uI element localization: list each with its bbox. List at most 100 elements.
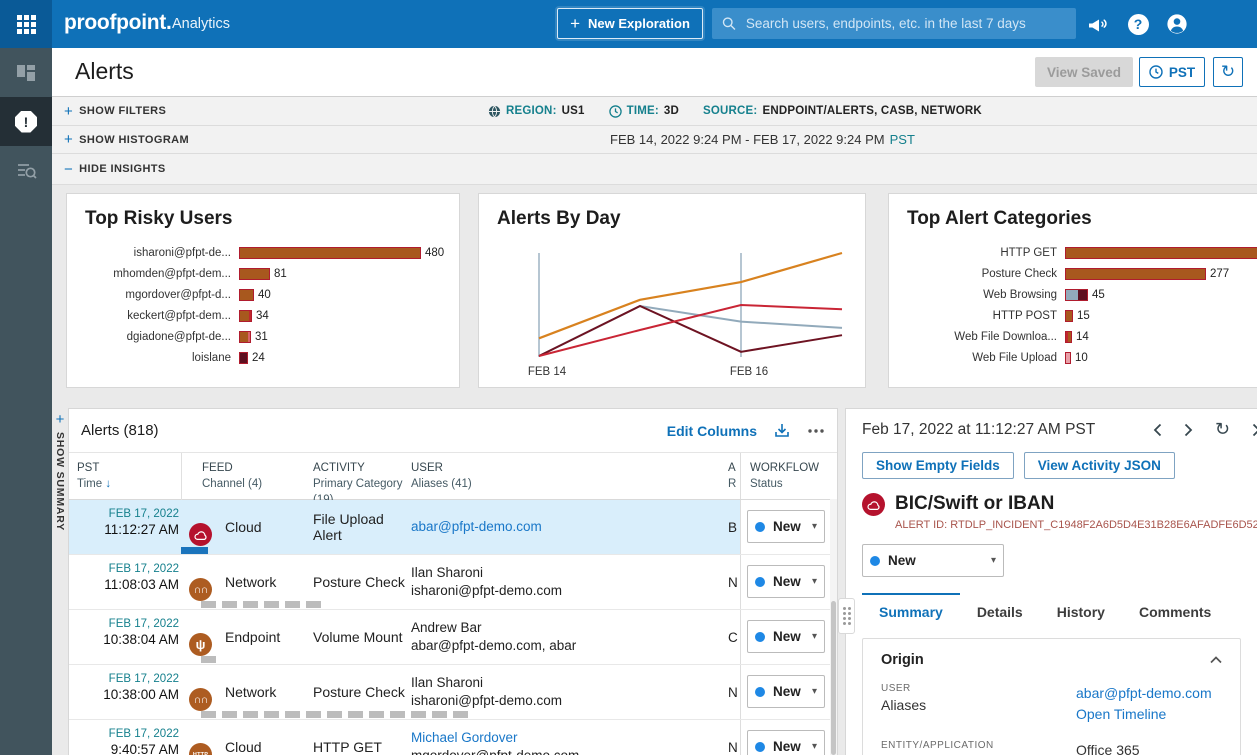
alert-detail-panel: Feb 17, 2022 at 11:12:27 AM PST ↻ Show E… (845, 408, 1257, 755)
region-filter[interactable]: REGION: US1 (488, 105, 585, 118)
clock-icon (608, 104, 622, 118)
timezone-button[interactable]: PST (1139, 57, 1205, 87)
alert-status-dropdown[interactable]: New ▾ (862, 544, 1004, 577)
sidebar-item-alerts[interactable]: ! (0, 97, 52, 146)
detail-timestamp: Feb 17, 2022 at 11:12:27 AM PST (862, 420, 1096, 438)
alert-name: BIC/Swift or IBAN (895, 493, 1055, 514)
panel-resize-handle[interactable] (838, 598, 855, 634)
bar-row: HTTP GET392 (905, 242, 1257, 263)
bar-row: loislane 24 (192, 351, 265, 364)
search-input[interactable] (743, 15, 1066, 32)
table-row[interactable]: FEB 17, 2022 10:38:00 AM ∩∩ Network Posture … (69, 665, 837, 720)
bar-row: Web Browsing 45 (983, 288, 1105, 301)
detail-nav: ↻ (1153, 419, 1257, 440)
next-alert-button[interactable] (1184, 423, 1193, 437)
refresh-detail-button[interactable]: ↻ (1215, 419, 1230, 440)
prev-alert-button[interactable] (1153, 423, 1162, 437)
source-filter[interactable]: SOURCE: ENDPOINT/ALERTS, CASB, NETWORK (703, 105, 982, 117)
sidebar-item-explorations[interactable] (0, 146, 52, 195)
refresh-button[interactable]: ↻ (1213, 57, 1243, 87)
bar-row: dgiadone@pfpt-de... 31 (126, 330, 268, 343)
tab-comments[interactable]: Comments (1122, 593, 1228, 628)
minus-icon: − (64, 160, 74, 178)
more-options-button[interactable] (807, 428, 825, 434)
bar-row: isharoni@pfpt-de... 480 (133, 246, 445, 259)
megaphone-icon (1089, 19, 1107, 32)
edit-columns-button[interactable]: Edit Columns (667, 423, 757, 439)
origin-field: ENTITY/APPLICATION Office 365 (881, 740, 1222, 755)
status-dot-icon (755, 686, 765, 697)
caret-down-icon: ▾ (811, 521, 817, 532)
alerts-table: Alerts (818) Edit Columns PST Time ↓ FEED C… (68, 408, 838, 755)
app-grid-icon (16, 14, 36, 34)
row-dashes (201, 656, 216, 663)
status-dropdown[interactable]: New ▾ (747, 675, 825, 708)
app-launcher-button[interactable] (0, 0, 52, 48)
sort-desc-icon: ↓ (102, 478, 112, 490)
table-row[interactable]: FEB 17, 2022 10:38:04 AM ψ Endpoint Volume M… (69, 610, 837, 665)
tab-summary[interactable]: Summary (862, 593, 960, 628)
table-row[interactable]: FEB 17, 2022 11:08:03 AM ∩∩ Network Posture … (69, 555, 837, 610)
status-dropdown[interactable]: New ▾ (747, 510, 825, 543)
download-button[interactable] (773, 422, 791, 439)
insights-section: Top Risky Users isharoni@pfpt-de... 480 mh… (52, 185, 1257, 402)
svg-text:FEB 14: FEB 14 (528, 366, 567, 378)
table-scrollbar[interactable] (830, 499, 837, 755)
new-exploration-button[interactable]: + New Exploration (557, 8, 703, 39)
status-dot-icon (755, 631, 765, 642)
sidebar-item-dashboards[interactable] (0, 48, 52, 97)
account-icon (1167, 14, 1187, 34)
global-search[interactable] (712, 8, 1076, 39)
top-bar: proofpoint. Analytics + New Exploration … (0, 0, 1257, 48)
bar-row: keckert@pfpt-dem... 34 (127, 309, 269, 322)
user-link[interactable]: abar@pfpt-demo.com (411, 518, 728, 536)
svg-text:FEB 16: FEB 16 (730, 366, 768, 378)
alerts-table-header: Alerts (818) Edit Columns (69, 409, 837, 453)
feed-icon-http: HTTP (189, 743, 212, 755)
show-histogram-toggle[interactable]: + SHOW HISTOGRAM (64, 132, 189, 147)
brand-logo: proofpoint. (64, 11, 172, 34)
download-icon (775, 424, 789, 437)
alert-time: FEB 17, 2022 11:12:27 AM (104, 508, 179, 537)
account-button[interactable] (1165, 12, 1189, 36)
clipped-column-value: N (728, 739, 738, 755)
status-dropdown[interactable]: New ▾ (747, 730, 825, 755)
feed-channel: Cloud (225, 519, 262, 535)
origin-title: Origin (881, 652, 924, 668)
show-filters-toggle[interactable]: + SHOW FILTERS (64, 104, 166, 119)
top-risky-users-card: Top Risky Users isharoni@pfpt-de... 480 mh… (66, 193, 460, 388)
view-activity-json-button[interactable]: View Activity JSON (1023, 452, 1175, 479)
collapse-panel-button[interactable] (1252, 423, 1257, 437)
caret-down-icon: ▾ (811, 576, 817, 587)
tab-history[interactable]: History (1040, 593, 1122, 628)
field-value-link[interactable]: abar@pfpt-demo.com (1076, 683, 1222, 704)
page-header: Alerts View Saved PST ↻ (52, 48, 1257, 97)
origin-section: Origin USER Aliases abar@pfpt-demo.com Open… (862, 638, 1241, 755)
status-dropdown[interactable]: New ▾ (747, 620, 825, 653)
tab-details[interactable]: Details (960, 593, 1040, 628)
show-summary-toggle[interactable]: + SHOW SUMMARY (52, 411, 68, 531)
table-body: FEB 17, 2022 11:12:27 AM Cloud File Upload … (69, 500, 837, 755)
top-alert-categories-chart: HTTP GET392 Posture Check277 Web Browsing4… (905, 242, 1257, 368)
help-button[interactable]: ? (1126, 12, 1150, 36)
view-saved-button[interactable]: View Saved (1035, 57, 1133, 87)
table-row[interactable]: FEB 17, 2022 9:40:57 AM HTTP Cloud HTTP GET M… (69, 720, 837, 755)
announcements-button[interactable] (1086, 12, 1110, 36)
user-aliases: Ilan Sharoni isharoni@pfpt-demo.com (411, 565, 563, 598)
user-link[interactable]: Michael Gordover (411, 729, 728, 747)
table-row[interactable]: FEB 17, 2022 11:12:27 AM Cloud File Upload … (69, 500, 837, 555)
status-dropdown[interactable]: New ▾ (747, 565, 825, 598)
bar-row: Posture Check 277 (981, 267, 1230, 280)
time-filter[interactable]: TIME: 3D (608, 104, 679, 118)
main-content: Alerts View Saved PST ↻ + SHOW FILTERS R… (52, 48, 1257, 755)
filters-row: + SHOW FILTERS REGION: US1 TIME: 3D SOUR… (52, 97, 1257, 126)
alert-time: FEB 17, 2022 10:38:00 AM (103, 673, 179, 702)
chevron-up-icon[interactable] (1210, 656, 1222, 664)
ellipsis-icon (808, 428, 824, 433)
status-dot-icon (870, 555, 880, 566)
show-empty-fields-button[interactable]: Show Empty Fields (862, 452, 1014, 479)
product-name: Analytics (172, 16, 231, 32)
hide-insights-toggle[interactable]: − HIDE INSIGHTS (64, 162, 166, 177)
field-value-link[interactable]: Open Timeline (1076, 704, 1222, 725)
column-header-workflow[interactable]: WORKFLOW Status (740, 453, 830, 499)
